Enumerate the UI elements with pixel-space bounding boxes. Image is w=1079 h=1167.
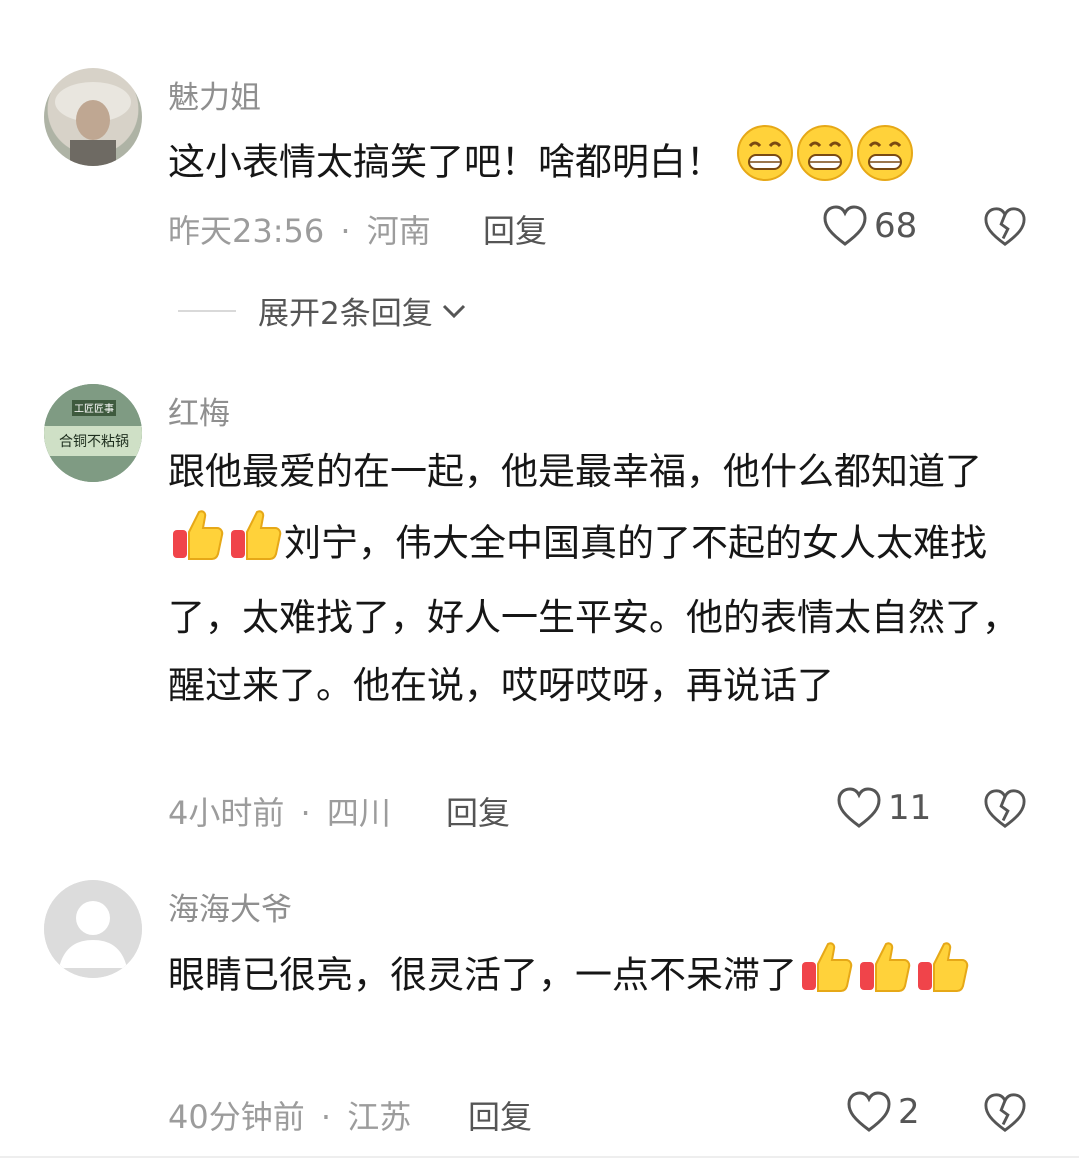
meta-separator: · xyxy=(320,1098,332,1136)
dislike-button[interactable] xyxy=(983,206,1027,252)
heart-icon xyxy=(847,1091,891,1132)
username[interactable]: 魅力姐 xyxy=(168,72,261,117)
reply-button[interactable]: 回复 xyxy=(446,788,510,834)
broken-heart-icon xyxy=(984,789,1026,828)
comment-time: 昨天23:56 xyxy=(168,212,325,250)
default-avatar-icon xyxy=(44,880,142,978)
comment-time: 4小时前 xyxy=(168,794,285,832)
grin-emoji xyxy=(736,124,794,204)
dislike-button[interactable] xyxy=(983,788,1027,834)
grin-emoji xyxy=(796,124,854,204)
heart-icon xyxy=(823,205,867,246)
comment-text: 眼睛已很亮，很灵活了，一点不呆滞了 xyxy=(168,938,998,1016)
like-button[interactable]: 11 xyxy=(836,786,931,830)
comment-location: 河南 xyxy=(366,212,431,250)
thumbs-up-emoji xyxy=(227,506,283,584)
avatar[interactable]: 工匠匠事 合铜不粘锅 xyxy=(44,384,142,482)
comment-meta: 4小时前 · 四川 xyxy=(168,788,391,834)
comment-location: 江苏 xyxy=(347,1098,412,1136)
grin-emoji xyxy=(856,124,914,204)
username[interactable]: 红梅 xyxy=(168,388,230,433)
avatar-sign-top: 工匠匠事 xyxy=(74,402,114,415)
avatar-sign-main: 合铜不粘锅 xyxy=(59,434,129,450)
heart-icon xyxy=(837,787,881,828)
like-count: 2 xyxy=(898,1092,920,1132)
meta-separator: · xyxy=(300,794,311,832)
comment-meta: 昨天23:56 · 河南 xyxy=(168,206,431,252)
username[interactable]: 海海大爷 xyxy=(168,884,292,929)
divider xyxy=(178,309,236,312)
comment-time: 40分钟前 xyxy=(168,1098,305,1136)
comment-text-content: 跟他最爱的在一起，他是最幸福，他什么都知道了 xyxy=(168,450,982,493)
meta-separator: · xyxy=(340,212,351,250)
reply-button[interactable]: 回复 xyxy=(468,1092,532,1138)
bottom-divider xyxy=(0,1156,1079,1158)
like-button[interactable]: 68 xyxy=(822,204,917,248)
comment-text-content: 这小表情太搞笑了吧！啥都明白！ xyxy=(168,140,723,184)
comment-text-continued: 刘宁，伟大全中国真的了不起的女人太难找了，太难找了，好人一生平安。他的表情太自然… xyxy=(168,521,1019,708)
avatar[interactable] xyxy=(44,880,142,978)
like-count: 68 xyxy=(874,206,918,246)
broken-heart-icon xyxy=(984,207,1026,246)
chevron-down-icon xyxy=(442,304,465,318)
thumbs-up-emoji xyxy=(798,938,854,1016)
expand-replies-button[interactable]: 展开2条回复 xyxy=(178,288,469,333)
comment-meta: 40分钟前 · 江苏 xyxy=(168,1092,411,1138)
expand-replies-label: 展开2条回复 xyxy=(258,296,433,332)
comment-text: 跟他最爱的在一起，他是最幸福，他什么都知道了 刘宁，伟大全中国真的了不起的女人太… xyxy=(168,438,1038,720)
avatar-photo xyxy=(55,82,131,166)
avatar[interactable] xyxy=(44,68,142,166)
like-button[interactable]: 2 xyxy=(846,1090,920,1134)
comment-text-content: 眼睛已很亮，很灵活了，一点不呆滞了 xyxy=(168,953,797,997)
thumbs-up-emoji xyxy=(169,506,225,584)
avatar-photo: 工匠匠事 合铜不粘锅 xyxy=(44,384,142,482)
dislike-button[interactable] xyxy=(983,1092,1027,1138)
like-count: 11 xyxy=(888,788,932,828)
reply-button[interactable]: 回复 xyxy=(483,206,547,252)
thumbs-up-emoji xyxy=(856,938,912,1016)
comment-location: 四川 xyxy=(326,794,391,832)
thumbs-up-emoji xyxy=(914,938,970,1016)
comment-text: 这小表情太搞笑了吧！啥都明白！ xyxy=(168,124,1038,204)
broken-heart-icon xyxy=(984,1093,1026,1132)
